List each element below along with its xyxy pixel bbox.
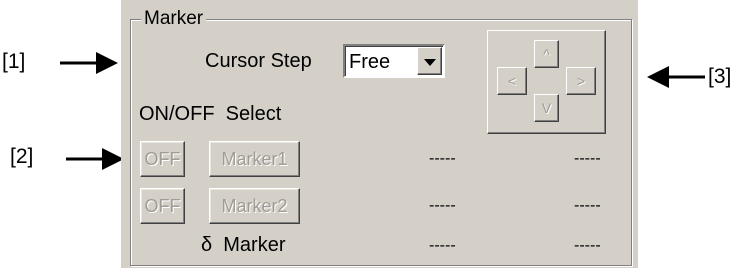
marker1-value-1: ----- bbox=[429, 150, 456, 167]
delta-value-2: ----- bbox=[574, 237, 601, 254]
cursor-step-label: Cursor Step bbox=[205, 50, 312, 72]
marker1-onoff-button[interactable]: OFF bbox=[140, 141, 185, 177]
marker2-value-2: ----- bbox=[574, 197, 601, 214]
arrow-right-icon bbox=[66, 148, 124, 170]
marker2-onoff-button[interactable]: OFF bbox=[140, 188, 185, 224]
move-right-button[interactable]: > bbox=[566, 67, 596, 95]
arrow-left-icon bbox=[647, 66, 705, 88]
onoff-select-label: ON/OFF Select bbox=[139, 103, 282, 125]
marker2-value-1: ----- bbox=[429, 197, 456, 214]
marker1-select-button[interactable]: Marker1 bbox=[209, 141, 300, 177]
chevron-down-icon[interactable] bbox=[417, 47, 442, 75]
cursor-step-select[interactable]: Free bbox=[343, 44, 445, 78]
cursor-step-value: Free bbox=[349, 51, 391, 73]
delta-value-1: ----- bbox=[429, 237, 456, 254]
marker2-select-button[interactable]: Marker2 bbox=[209, 188, 300, 224]
move-up-button[interactable]: ^ bbox=[534, 40, 559, 68]
delta-marker-label: δ Marker bbox=[201, 234, 286, 256]
arrow-right-icon bbox=[60, 52, 118, 74]
callout-1: [1] bbox=[2, 50, 26, 73]
callout-2: [2] bbox=[10, 145, 34, 168]
marker-panel: Marker Cursor Step Free ON/OFF Select OF… bbox=[121, 0, 638, 268]
marker1-value-2: ----- bbox=[574, 150, 601, 167]
callout-3: [3] bbox=[708, 65, 732, 88]
move-left-button[interactable]: < bbox=[497, 67, 527, 95]
marker-move-pad: ^ < > V bbox=[487, 30, 606, 134]
move-down-button[interactable]: V bbox=[534, 94, 559, 122]
group-title: Marker bbox=[141, 8, 207, 30]
